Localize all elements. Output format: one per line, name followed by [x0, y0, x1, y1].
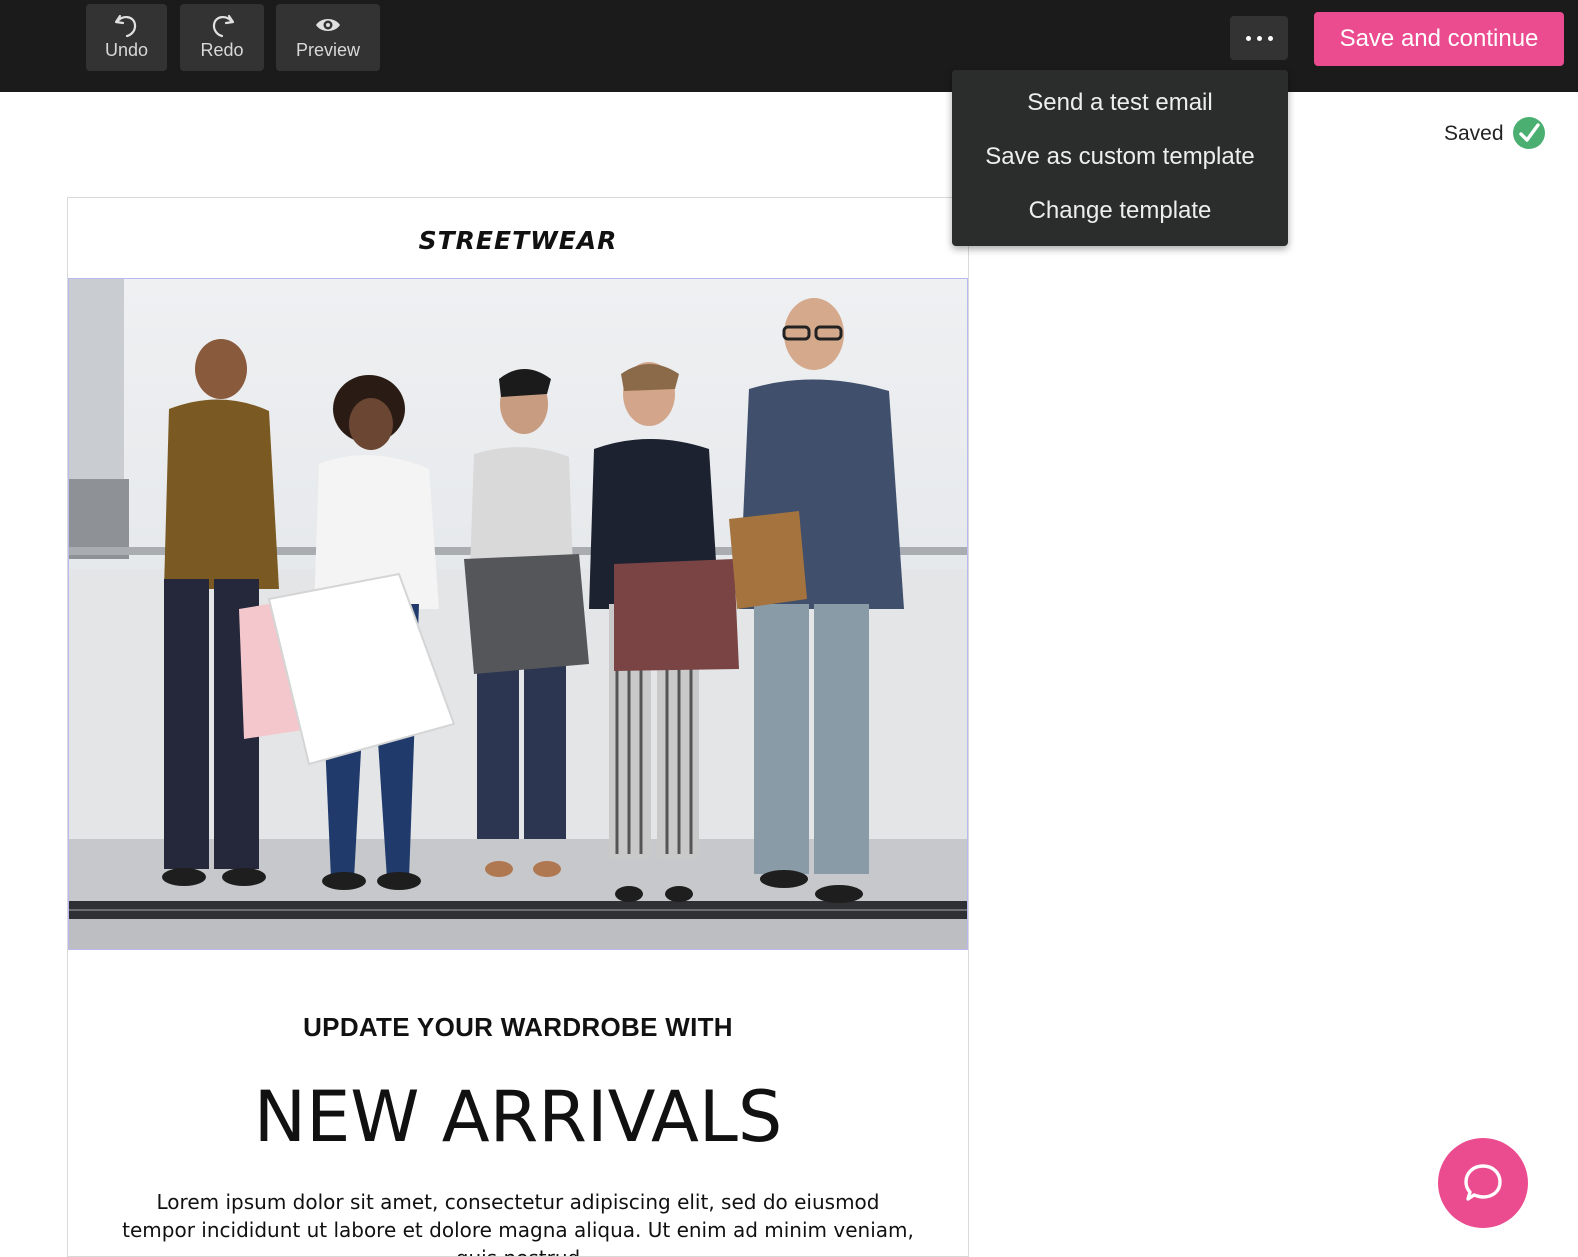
more-dots-icon [1246, 36, 1274, 42]
undo-icon [86, 4, 167, 38]
redo-button[interactable]: Redo [180, 4, 264, 71]
menu-item-send-test-email[interactable]: Send a test email [952, 76, 1288, 130]
eye-icon [276, 4, 380, 36]
preview-button[interactable]: Preview [276, 4, 380, 71]
preview-label: Preview [295, 40, 361, 60]
body-text[interactable]: Lorem ipsum dolor sit amet, consectetur … [118, 1188, 918, 1256]
undo-label: Undo [104, 40, 149, 60]
more-options-menu: Send a test email Save as custom templat… [952, 70, 1288, 246]
undo-button[interactable]: Undo [86, 4, 167, 71]
save-and-continue-button[interactable]: Save and continue [1314, 12, 1564, 66]
top-toolbar: Undo Redo Preview Save and continue [0, 0, 1578, 92]
brand-logo[interactable]: STREETWEAR [68, 226, 968, 255]
redo-label: Redo [200, 40, 244, 60]
email-canvas: STREETWEAR UPDATE YOUR WARDROBE WITH NEW… [67, 197, 969, 1257]
saved-label: Saved [1444, 122, 1504, 145]
chat-bubble-icon [1464, 1164, 1502, 1201]
menu-item-save-custom-template[interactable]: Save as custom template [952, 130, 1288, 184]
redo-icon [180, 4, 264, 38]
more-options-button[interactable] [1230, 16, 1288, 60]
check-circle-icon [1512, 116, 1546, 150]
headline-large[interactable]: NEW ARRIVALS [68, 1076, 968, 1158]
menu-item-change-template[interactable]: Change template [952, 184, 1288, 238]
headline-small[interactable]: UPDATE YOUR WARDROBE WITH [68, 1012, 968, 1043]
chat-button[interactable] [1438, 1138, 1528, 1228]
hero-image[interactable] [68, 278, 968, 950]
